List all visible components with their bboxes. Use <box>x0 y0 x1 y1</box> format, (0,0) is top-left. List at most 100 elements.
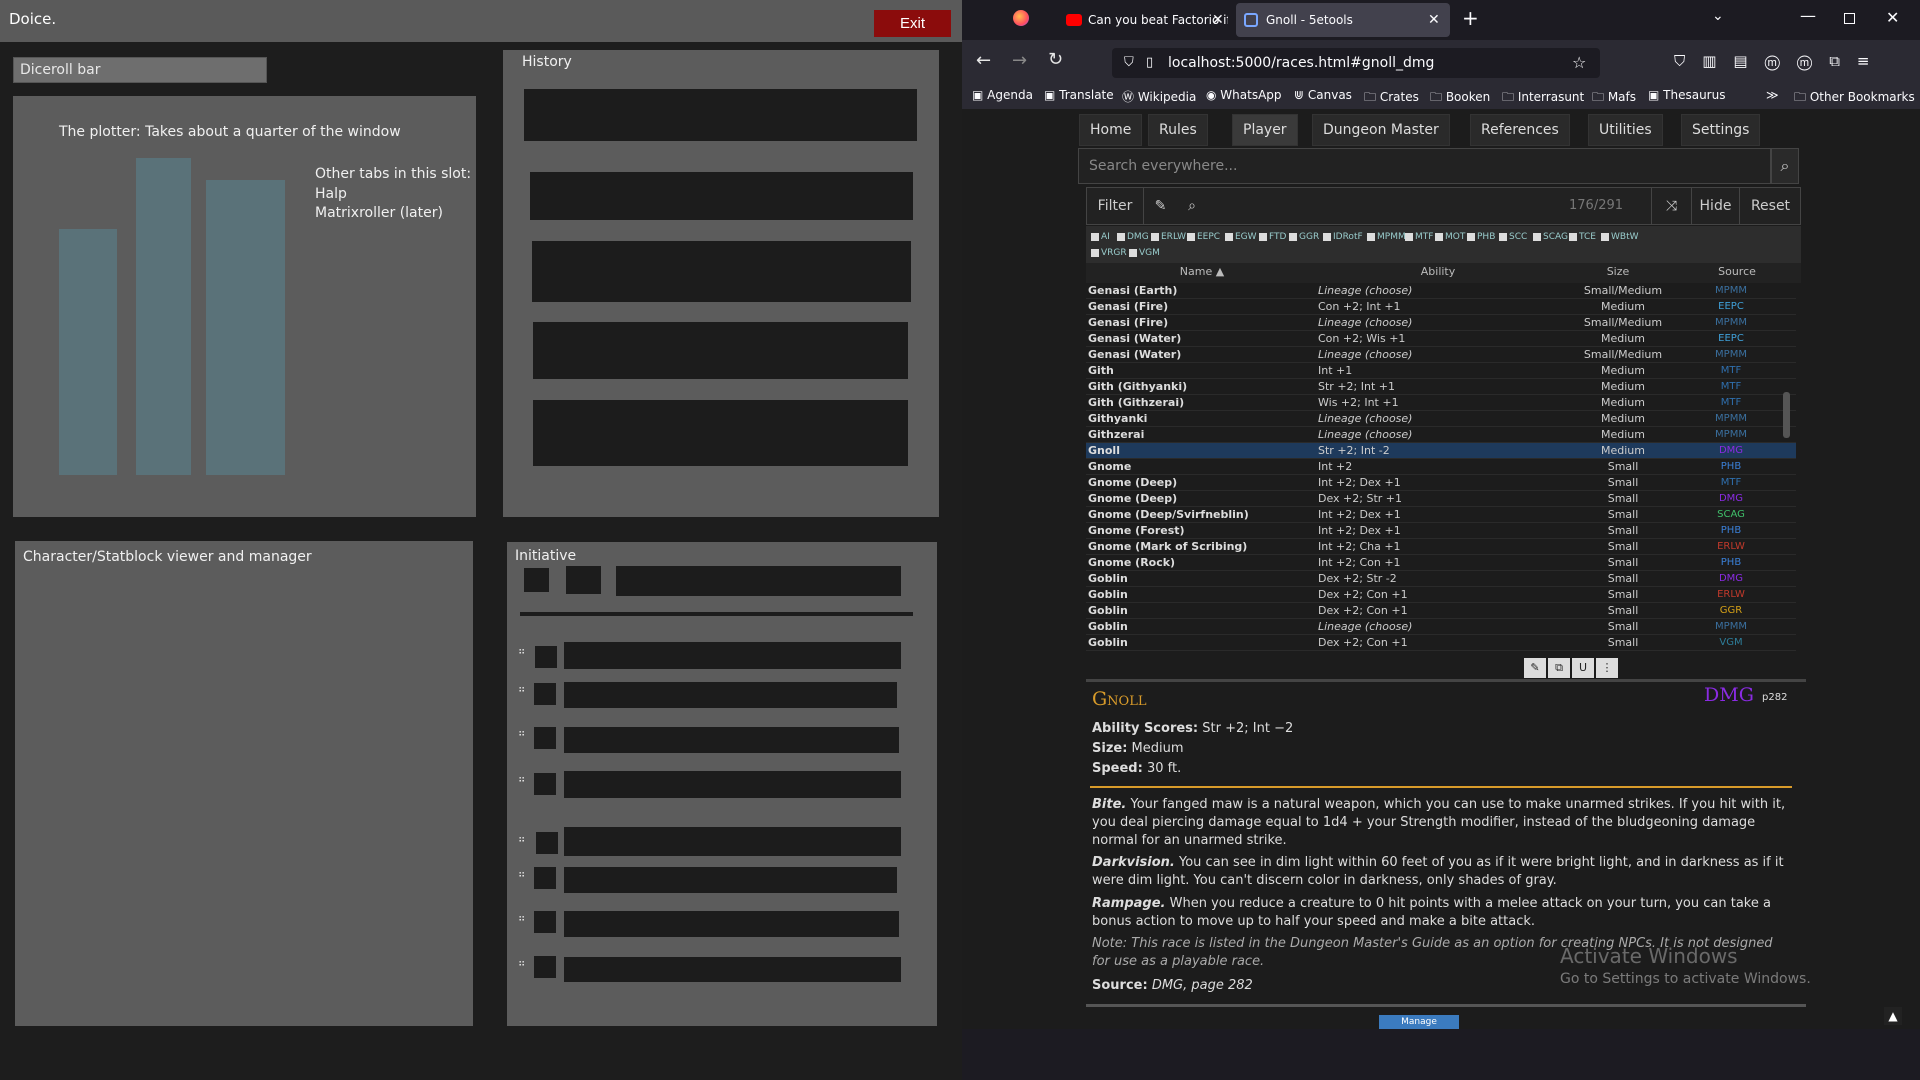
new-tab-icon[interactable]: + <box>1462 6 1479 30</box>
source-chip[interactable]: EGW <box>1222 230 1257 244</box>
drag-handle-icon[interactable]: ⠛ <box>518 687 525 698</box>
hide-button[interactable]: Hide <box>1691 188 1739 224</box>
table-row[interactable]: Genasi (Water) Lineage (choose) Small/Medi… <box>1086 347 1796 363</box>
checkbox-icon[interactable] <box>1435 232 1443 241</box>
pin-icon[interactable]: ✎ <box>1524 658 1546 678</box>
tab-youtube[interactable]: Can you beat Factorio if everyth ✕ <box>1058 3 1228 37</box>
bookmark-canvas[interactable]: ⋓ Canvas <box>1294 88 1352 102</box>
checkbox-icon[interactable] <box>1533 232 1541 241</box>
list-scrollbar[interactable] <box>1783 392 1790 438</box>
reload-icon[interactable]: ↻ <box>1048 49 1063 70</box>
drag-handle-icon[interactable]: ⠛ <box>518 872 525 883</box>
global-search-input[interactable]: Search everywhere... <box>1078 148 1771 184</box>
table-row[interactable]: Goblin Dex +2; Con +1 Small ERLW <box>1086 587 1796 603</box>
source-chip[interactable]: GGR <box>1286 230 1320 244</box>
checkbox-icon[interactable] <box>1405 232 1413 241</box>
source-chip[interactable]: SCAG <box>1530 230 1568 244</box>
table-row[interactable]: Gnoll Str +2; Int -2 Medium DMG <box>1086 443 1796 459</box>
table-row[interactable]: Gnome (Deep) Dex +2; Str +1 Small DMG <box>1086 491 1796 507</box>
table-row[interactable]: Gnome (Deep) Int +2; Dex +1 Small MTF <box>1086 475 1796 491</box>
checkbox-icon[interactable] <box>1569 232 1577 241</box>
table-row[interactable]: Genasi (Water) Con +2; Wis +1 Medium EEPC <box>1086 331 1796 347</box>
source-chip[interactable]: WBtW <box>1598 230 1639 244</box>
nav-player[interactable]: Player <box>1232 114 1298 146</box>
table-row[interactable]: Gith Int +1 Medium MTF <box>1086 363 1796 379</box>
table-row[interactable]: Gnome (Deep/Svirfneblin) Int +2; Dex +1 Sm… <box>1086 507 1796 523</box>
source-chip[interactable]: VGM <box>1126 246 1160 260</box>
chevron-down-icon[interactable]: ⌄ <box>1712 8 1724 24</box>
source-chip[interactable]: IDRotF <box>1320 230 1364 244</box>
checkbox-icon[interactable] <box>1091 248 1099 257</box>
init-row[interactable] <box>564 727 899 753</box>
window-close-icon[interactable]: ✕ <box>1886 8 1899 27</box>
source-chip[interactable]: SCC <box>1496 230 1530 244</box>
firefox-icon[interactable] <box>1013 10 1029 26</box>
source-chip[interactable]: MPMM <box>1364 230 1406 244</box>
bookmark-agenda[interactable]: ▣ Agenda <box>972 88 1033 102</box>
reset-button[interactable]: Reset <box>1739 188 1801 224</box>
popout-icon[interactable]: ⧉ <box>1548 658 1570 678</box>
close-icon[interactable]: ✕ <box>1428 3 1440 37</box>
bookmark-star-icon[interactable]: ☆ <box>1572 48 1586 78</box>
table-row[interactable]: Genasi (Fire) Lineage (choose) Small/Mediu… <box>1086 315 1796 331</box>
bookmark-crates[interactable]: 🗀 Crates <box>1364 88 1419 109</box>
table-row[interactable]: Goblin Dex +2; Con +1 Small VGM <box>1086 635 1796 651</box>
back-icon[interactable]: ← <box>976 50 991 71</box>
checkbox-icon[interactable] <box>1323 232 1331 241</box>
source-chip[interactable]: MOT <box>1432 230 1465 244</box>
forward-icon[interactable]: → <box>1012 50 1027 71</box>
table-row[interactable]: Gnome (Forest) Int +2; Dex +1 Small PHB <box>1086 523 1796 539</box>
col-source[interactable]: Source <box>1678 265 1796 278</box>
table-row[interactable]: Gnome (Mark of Scribing) Int +2; Cha +1 Sm… <box>1086 539 1796 555</box>
bookmark-thesaurus[interactable]: ▣ Thesaurus <box>1648 88 1725 102</box>
table-row[interactable]: Gith (Githzerai) Wis +2; Int +1 Medium MTF <box>1086 395 1796 411</box>
filter-button[interactable]: Filter <box>1087 188 1143 224</box>
bookmark-interrasunt[interactable]: 🗀 Interrasunt <box>1502 88 1584 109</box>
nav-home[interactable]: Home <box>1079 114 1143 146</box>
col-ability[interactable]: Ability <box>1318 265 1558 278</box>
init-control[interactable] <box>566 566 601 594</box>
search-icon[interactable]: ⌕ <box>1771 148 1799 184</box>
table-row[interactable]: Gnome (Rock) Int +2; Con +1 Small PHB <box>1086 555 1796 571</box>
source-chip[interactable]: AI <box>1088 230 1114 244</box>
checkbox-icon[interactable] <box>1187 232 1195 241</box>
tab-halp[interactable]: Halp <box>315 186 347 202</box>
magnet-icon[interactable]: U <box>1572 658 1594 678</box>
minimize-icon[interactable]: — <box>1800 6 1816 25</box>
maximize-icon[interactable] <box>1844 13 1855 24</box>
drag-handle-icon[interactable]: ⠛ <box>518 837 525 848</box>
url-bar[interactable]: ⛉ ▯ localhost:5000/races.html#gnoll_dmg … <box>1112 48 1600 78</box>
checkbox-icon[interactable] <box>1091 232 1099 241</box>
chevron-right-icon[interactable]: ≫ <box>1766 88 1779 102</box>
pin-icon[interactable]: ✎ <box>1143 188 1177 224</box>
bookmark-mafs[interactable]: 🗀 Mafs <box>1592 88 1636 109</box>
drag-handle-icon[interactable]: ⠛ <box>518 731 525 742</box>
source-chip[interactable]: DMG <box>1114 230 1149 244</box>
source-chip[interactable]: PHB <box>1464 230 1496 244</box>
table-row[interactable]: Goblin Dex +2; Con +1 Small GGR <box>1086 603 1796 619</box>
col-size[interactable]: Size <box>1558 265 1678 278</box>
table-row[interactable]: Genasi (Fire) Con +2; Int +1 Medium EEPC <box>1086 299 1796 315</box>
init-control[interactable] <box>524 568 549 592</box>
table-row[interactable]: Githyanki Lineage (choose) Medium MPMM <box>1086 411 1796 427</box>
drag-handle-icon[interactable]: ⠛ <box>518 961 525 972</box>
nav-rules[interactable]: Rules <box>1148 114 1208 146</box>
source-chip[interactable]: MTF <box>1402 230 1433 244</box>
checkbox-icon[interactable] <box>1467 232 1475 241</box>
source-chip[interactable]: ERLW <box>1148 230 1186 244</box>
checkbox-icon[interactable] <box>1117 232 1125 241</box>
shuffle-icon[interactable]: ⤨ <box>1651 188 1691 224</box>
more-icon[interactable]: ⋮ <box>1596 658 1618 678</box>
init-input[interactable] <box>616 566 901 596</box>
close-icon[interactable]: ✕ <box>1212 3 1224 37</box>
source-chip[interactable]: FTD <box>1256 230 1286 244</box>
tab-matrixroller[interactable]: Matrixroller (later) <box>315 205 443 221</box>
table-row[interactable]: Goblin Lineage (choose) Small MPMM <box>1086 619 1796 635</box>
nav-dungeon-master[interactable]: Dungeon Master <box>1312 114 1450 146</box>
col-name[interactable]: Name ▲ <box>1086 265 1318 278</box>
drag-handle-icon[interactable]: ⠛ <box>518 916 525 927</box>
bookmark-translate[interactable]: ▣ Translate <box>1044 88 1114 102</box>
init-row[interactable] <box>564 867 897 893</box>
source-chip[interactable]: TCE <box>1566 230 1598 244</box>
checkbox-icon[interactable] <box>1129 248 1137 257</box>
